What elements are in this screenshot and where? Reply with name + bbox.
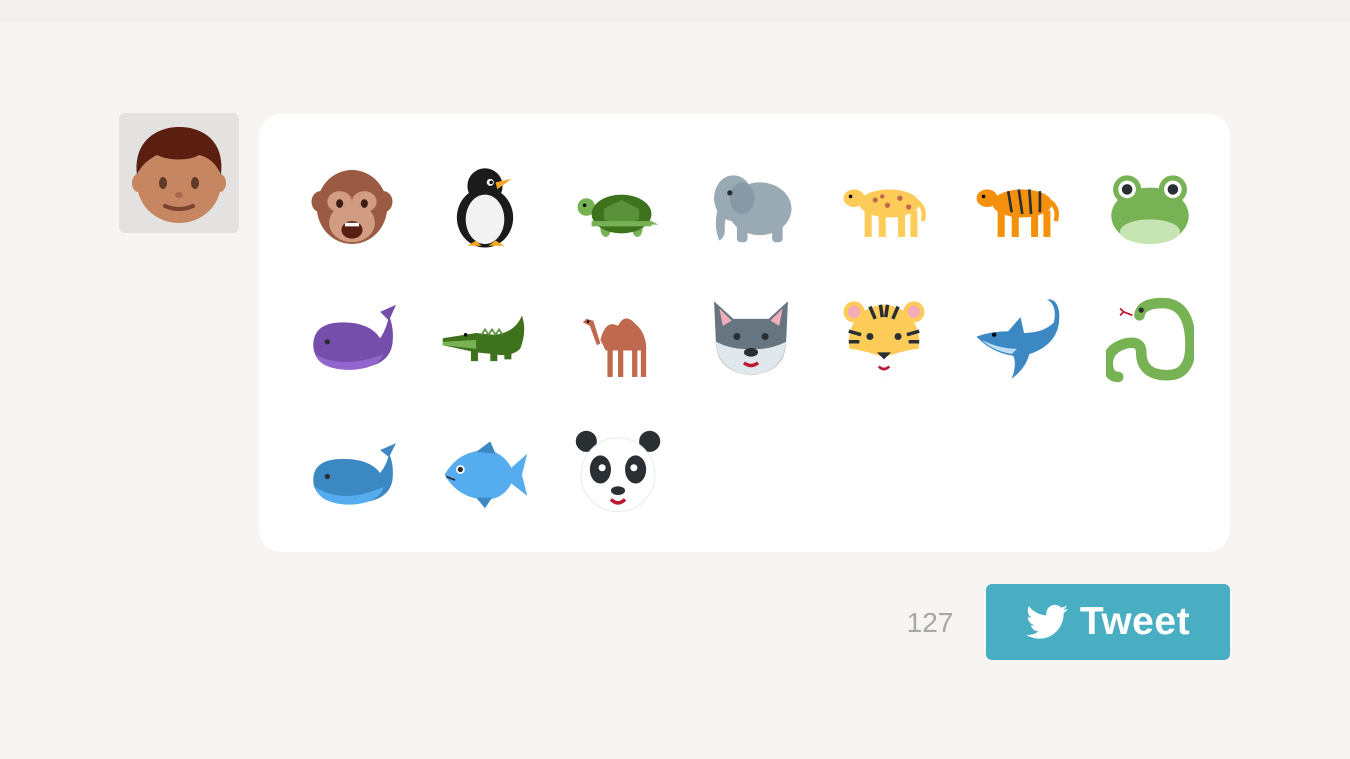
emoji-spouting-whale[interactable] xyxy=(285,406,418,539)
snake-icon xyxy=(1105,297,1194,382)
emoji-panda[interactable] xyxy=(551,406,684,539)
compose-card[interactable] xyxy=(259,114,1230,552)
avatar[interactable] xyxy=(119,113,239,233)
emoji-elephant[interactable] xyxy=(684,140,817,273)
emoji-tiger[interactable] xyxy=(950,140,1083,273)
emoji-dolphin[interactable] xyxy=(950,273,1083,406)
tweet-button[interactable]: Tweet xyxy=(986,584,1230,660)
tweet-button-label: Tweet xyxy=(1079,600,1191,643)
monkey-face-icon xyxy=(311,169,392,244)
emoji-penguin[interactable] xyxy=(418,140,551,273)
top-band xyxy=(0,0,1350,22)
whale-icon xyxy=(312,304,396,370)
spouting-whale-icon xyxy=(312,442,396,505)
boy-face-icon xyxy=(132,127,226,223)
camel-icon xyxy=(582,317,646,377)
elephant-icon xyxy=(713,174,791,242)
tiger-icon xyxy=(976,188,1059,237)
wolf-icon xyxy=(713,300,788,375)
emoji-wolf[interactable] xyxy=(684,273,817,406)
emoji-grid xyxy=(285,140,1216,539)
character-count: 127 xyxy=(906,607,954,638)
emoji-fish[interactable] xyxy=(418,406,551,539)
panda-icon xyxy=(575,430,660,512)
emoji-turtle[interactable] xyxy=(551,140,684,273)
emoji-crocodile[interactable] xyxy=(418,273,551,406)
turtle-icon xyxy=(577,194,658,237)
emoji-camel[interactable] xyxy=(551,273,684,406)
stage: 127 Tweet xyxy=(0,0,1350,759)
emoji-frog[interactable] xyxy=(1083,140,1216,273)
emoji-snake[interactable] xyxy=(1083,273,1216,406)
emoji-whale[interactable] xyxy=(285,273,418,406)
frog-icon xyxy=(1110,174,1189,244)
crocodile-icon xyxy=(442,314,524,361)
tiger-face-icon xyxy=(843,300,924,379)
penguin-icon xyxy=(456,167,513,247)
twitter-bird-icon xyxy=(1025,603,1068,641)
emoji-tiger-face[interactable] xyxy=(817,273,950,406)
leopard-icon xyxy=(843,188,926,237)
dolphin-icon xyxy=(976,298,1059,379)
emoji-leopard[interactable] xyxy=(817,140,950,273)
emoji-monkey-face[interactable] xyxy=(285,140,418,273)
fish-icon xyxy=(444,440,527,508)
